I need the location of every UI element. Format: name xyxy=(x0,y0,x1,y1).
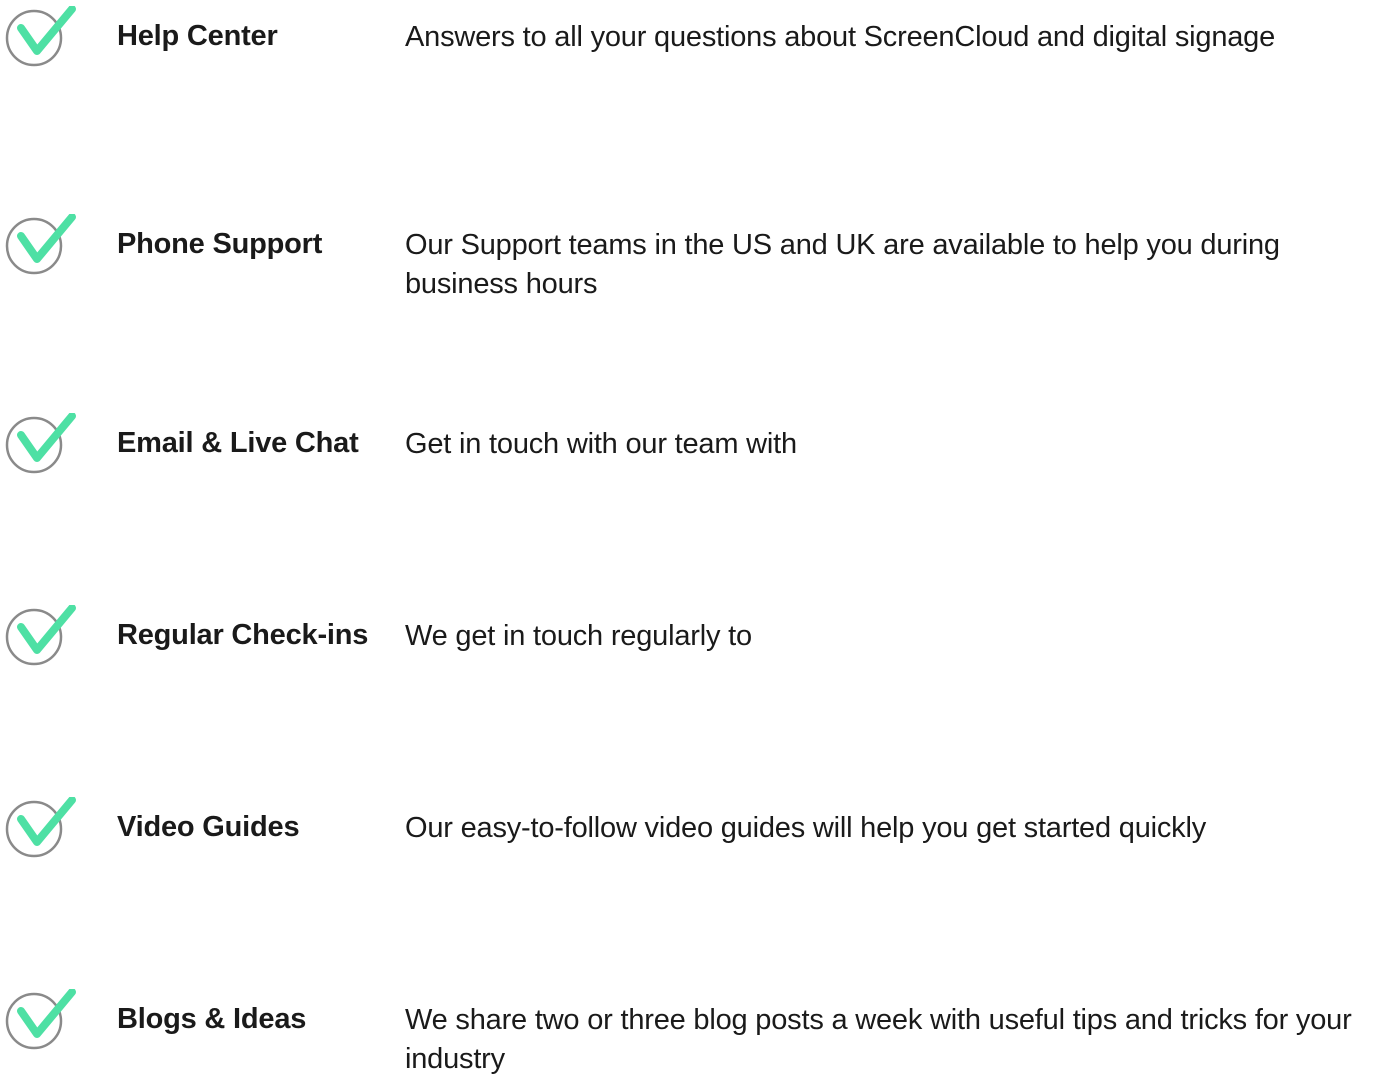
feature-description: Get in touch with our team with xyxy=(405,428,797,460)
feature-list: Help Center Answers to all your question… xyxy=(0,0,1394,1075)
feature-description: Our easy-to-follow video guides will hel… xyxy=(405,812,1207,844)
feature-title: Regular Check-ins xyxy=(117,619,369,651)
check-circle-icon xyxy=(4,797,76,859)
feature-description: Our Support teams in the US and UK are a… xyxy=(405,229,1280,300)
feature-title: Phone Support xyxy=(117,228,323,260)
check-circle-icon xyxy=(4,989,76,1051)
feature-title: Blogs & Ideas xyxy=(117,1003,307,1035)
feature-description: We get in touch regularly to xyxy=(405,620,752,652)
feature-title: Video Guides xyxy=(117,811,300,843)
check-circle-icon xyxy=(4,413,76,475)
check-circle-icon xyxy=(4,605,76,667)
feature-title: Email & Live Chat xyxy=(117,427,359,459)
check-circle-icon xyxy=(4,214,76,276)
feature-description: Answers to all your questions about Scre… xyxy=(405,21,1276,53)
check-circle-icon xyxy=(4,6,76,68)
feature-description: We share two or three blog posts a week … xyxy=(405,1004,1352,1075)
feature-title: Help Center xyxy=(117,20,278,52)
